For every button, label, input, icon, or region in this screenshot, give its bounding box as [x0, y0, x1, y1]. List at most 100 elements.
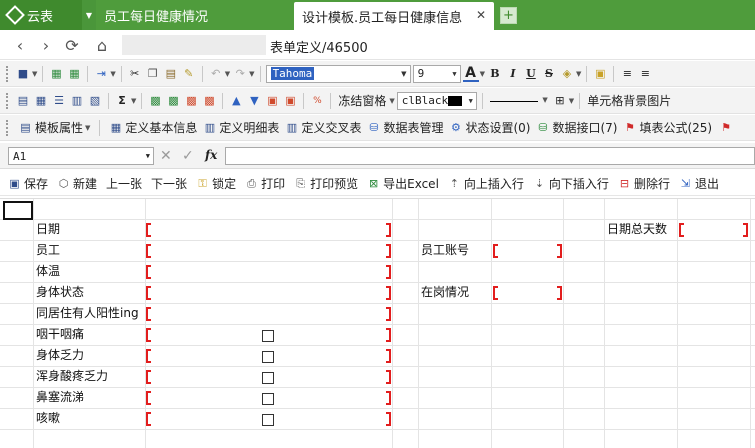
fill-color-dropdown-icon[interactable]: ▼	[576, 70, 581, 78]
align-left-icon[interactable]: ≡	[619, 66, 635, 82]
font-color-icon[interactable]: A	[462, 65, 479, 82]
delete-row-button[interactable]: ⊟ 删除行	[618, 175, 670, 192]
move-up-icon[interactable]: ▲	[228, 93, 244, 109]
close-tab-icon[interactable]: ✕	[476, 8, 486, 22]
import-icon[interactable]: ⇥	[93, 66, 109, 82]
clear-format-icon[interactable]: ▣	[282, 93, 298, 109]
percent-icon[interactable]: %	[309, 93, 325, 109]
align-center-icon[interactable]: ≡	[637, 66, 653, 82]
font-color-dropdown-icon[interactable]: ▼	[480, 70, 485, 78]
save-dropdown-icon[interactable]: ▼	[32, 70, 37, 78]
label-on-duty: 在岗情况	[421, 285, 470, 299]
new-tab-button[interactable]: +	[500, 7, 517, 24]
columns-icon[interactable]: ▥	[69, 93, 85, 109]
app-menu-button[interactable]: 云表	[0, 0, 82, 30]
export-excel-button[interactable]: ⊠ 导出Excel	[367, 175, 439, 192]
define-cross-table-button[interactable]: ▥ 定义交叉表	[285, 119, 362, 136]
refresh-icon[interactable]: ⟳	[62, 35, 82, 55]
insert-col-icon[interactable]: ▩	[165, 93, 181, 109]
back-icon[interactable]: ‹	[10, 35, 30, 55]
sum-dropdown-icon[interactable]: ▼	[131, 97, 136, 105]
separator	[222, 92, 224, 109]
toolbar-grip[interactable]	[6, 92, 10, 109]
line-style-select[interactable]: ▼	[488, 92, 550, 110]
exit-button[interactable]: ⇲ 退出	[679, 175, 719, 192]
cell-reference-value: A1	[13, 149, 27, 163]
toolbar-grip[interactable]	[6, 119, 10, 136]
undo-icon[interactable]: ↶	[208, 66, 224, 82]
spreadsheet-grid[interactable]: 日期 员工 体温 身体状态 同居住有人阳性ing 咽干咽痛 身体乏力 浑身酸疼乏…	[0, 198, 755, 448]
import-dropdown-icon[interactable]: ▼	[110, 70, 115, 78]
tab-design-template[interactable]: 设计模板.员工每日健康信息 ✕	[294, 2, 494, 30]
checkbox-fatigue[interactable]	[262, 351, 274, 363]
excel-export-icon[interactable]: ▦	[66, 66, 82, 82]
lock-button[interactable]: ⚿ 锁定	[196, 175, 236, 192]
redo-icon[interactable]: ↷	[232, 66, 248, 82]
font-name-select[interactable]: Tahoma ▼	[265, 64, 411, 83]
checkbox-body-aches[interactable]	[262, 372, 274, 384]
move-down-icon[interactable]: ▼	[246, 93, 262, 109]
confirm-icon[interactable]: ✓	[182, 148, 194, 164]
data-interface-button[interactable]: ⛁ 数据接口(7)	[536, 119, 617, 136]
define-detail-table-button[interactable]: ▥ 定义明细表	[203, 119, 280, 136]
checkbox-cough[interactable]	[262, 414, 274, 426]
selected-cell-a1[interactable]	[3, 201, 33, 220]
forward-icon[interactable]: ›	[36, 35, 56, 55]
cell-reference-select[interactable]: A1 ▼	[8, 147, 154, 165]
define-basic-info-button[interactable]: ▦ 定义基本信息	[109, 119, 198, 136]
redo-dropdown-icon[interactable]: ▼	[249, 70, 254, 78]
checkbox-sore-throat[interactable]	[262, 330, 274, 342]
app-dropdown-icon[interactable]: ▼	[82, 0, 96, 30]
excel-import-icon[interactable]: ▦	[48, 66, 64, 82]
cut-icon[interactable]: ✂	[127, 66, 143, 82]
tab-health-status[interactable]: 员工每日健康情况	[96, 0, 292, 30]
undo-dropdown-icon[interactable]: ▼	[225, 70, 230, 78]
save-disk-icon[interactable]: ■	[15, 66, 31, 82]
cancel-icon[interactable]: ✕	[160, 148, 172, 164]
template-properties-button[interactable]: ▤ 模板属性 ▼	[19, 119, 90, 136]
insert-row-above-button[interactable]: ⇡ 向上插入行	[448, 175, 524, 192]
lock-cell-icon[interactable]: ▣	[592, 66, 608, 82]
cell-background-image-button[interactable]: 单元格背景图片	[585, 92, 673, 109]
status-settings-button[interactable]: ⚙ 状态设置(0)	[449, 119, 530, 136]
delete-cell-icon[interactable]: ▩	[183, 93, 199, 109]
function-icon[interactable]: fx	[205, 148, 217, 162]
bold-button[interactable]: B	[487, 66, 503, 82]
copy-icon[interactable]: ❐	[145, 66, 161, 82]
format-painter-icon[interactable]: ✎	[181, 66, 197, 82]
freeze-dropdown-icon[interactable]: ▼	[389, 97, 394, 105]
fill-color-icon[interactable]: ◈	[559, 66, 575, 82]
underline-button[interactable]: U	[523, 66, 539, 82]
data-table-management-button[interactable]: ⛁ 数据表管理	[367, 119, 443, 136]
paste-icon[interactable]: ▤	[163, 66, 179, 82]
toolbar-grip[interactable]	[6, 65, 10, 82]
fill-formula-button[interactable]: ⚑ 填表公式(25)	[623, 119, 712, 136]
font-size-select[interactable]: 9 ▼	[412, 64, 461, 83]
color-select[interactable]: clBlack ▼	[396, 91, 477, 110]
print-preview-button[interactable]: ⎘ 打印预览	[294, 175, 358, 192]
next-button[interactable]: 下一张	[151, 175, 187, 192]
merge-icon[interactable]: ▧	[87, 93, 103, 109]
italic-button[interactable]: I	[505, 66, 521, 82]
previous-button[interactable]: 上一张	[106, 175, 142, 192]
label-fatigue: 身体乏力	[36, 348, 85, 362]
rows-icon[interactable]: ☰	[51, 93, 67, 109]
sum-icon[interactable]: Σ	[114, 93, 130, 109]
save-button[interactable]: ▣ 保存	[8, 175, 48, 192]
flag-icon[interactable]: ⚑	[718, 120, 734, 136]
grid-icon[interactable]: ▤	[15, 93, 31, 109]
insert-cell-icon[interactable]: ▩	[147, 93, 163, 109]
delete-col-icon[interactable]: ▩	[201, 93, 217, 109]
grid-alt-icon[interactable]: ▦	[33, 93, 49, 109]
insert-row-below-button[interactable]: ⇣ 向下插入行	[533, 175, 609, 192]
freeze-panes-button[interactable]: 冻结窗格	[336, 92, 388, 109]
border-dropdown-icon[interactable]: ▼	[569, 97, 574, 105]
formula-input[interactable]	[225, 147, 755, 165]
checkbox-runny-nose[interactable]	[262, 393, 274, 405]
new-button[interactable]: ⬡ 新建	[57, 175, 97, 192]
clear-icon[interactable]: ▣	[264, 93, 280, 109]
border-icon[interactable]: ⊞	[552, 93, 568, 109]
print-button[interactable]: ⎙ 打印	[245, 175, 285, 192]
strikethrough-button[interactable]: S	[541, 66, 557, 82]
home-icon[interactable]: ⌂	[92, 35, 112, 55]
